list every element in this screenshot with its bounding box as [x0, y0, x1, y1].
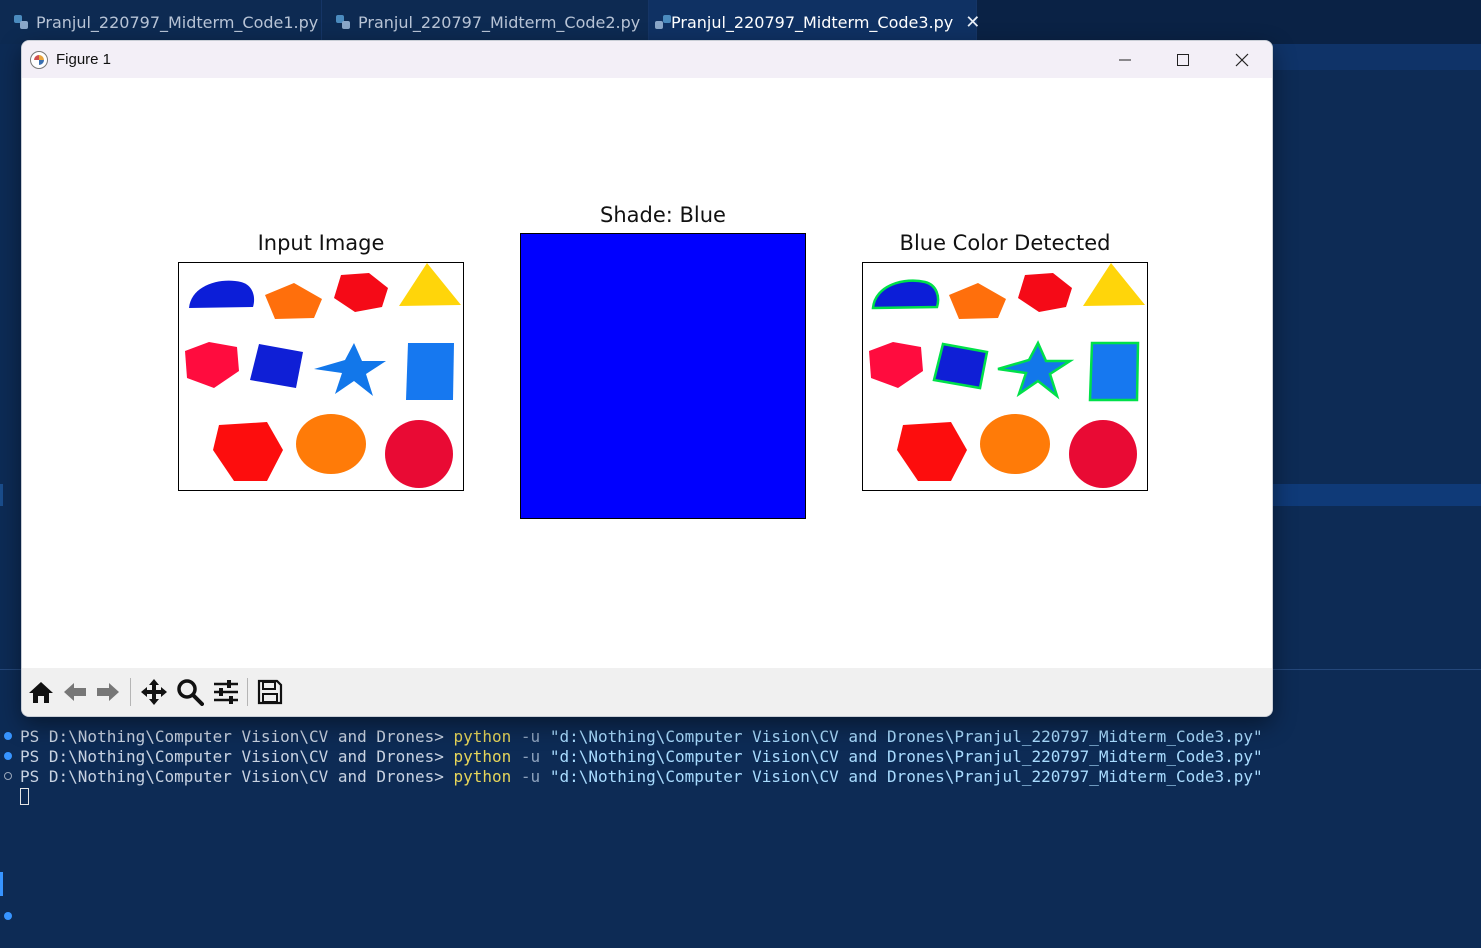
- command-success-dot[interactable]: [4, 752, 12, 760]
- terminal-line: PS D:\Nothing\Computer Vision\CV and Dro…: [20, 747, 1263, 766]
- subplot-title: Blue Color Detected: [899, 231, 1111, 255]
- matplotlib-logo-icon: [30, 50, 48, 69]
- command-success-dot[interactable]: [4, 912, 12, 920]
- python-file-icon: [336, 15, 350, 29]
- save-icon: [257, 679, 283, 705]
- figure-window[interactable]: Figure 1 Input Image Shade: Blue Blue Co…: [22, 41, 1272, 716]
- terminal-gutter-marker: [0, 872, 3, 896]
- detected-shapes-image: [869, 263, 1145, 488]
- minimize-button[interactable]: [1096, 41, 1154, 78]
- terminal-cursor: [20, 788, 29, 805]
- command-running-dot[interactable]: [4, 772, 12, 780]
- home-icon: [29, 682, 53, 703]
- pan-icon: [141, 679, 167, 705]
- back-arrow-icon: [64, 683, 86, 701]
- zoom-icon: [177, 679, 204, 706]
- tab-code1[interactable]: Pranjul_220797_Midterm_Code1.py: [0, 0, 322, 44]
- window-titlebar[interactable]: Figure 1: [22, 41, 1272, 78]
- input-image-axes[interactable]: [178, 262, 464, 491]
- editor-gutter-marker: [0, 484, 3, 506]
- maximize-button[interactable]: [1154, 41, 1212, 78]
- forward-arrow-icon: [97, 683, 119, 701]
- zoom-button[interactable]: [174, 676, 206, 708]
- forward-button[interactable]: [92, 676, 124, 708]
- tab-label: Pranjul_220797_Midterm_Code3.py: [671, 12, 954, 32]
- pan-button[interactable]: [138, 676, 170, 708]
- toolbar-separator: [130, 678, 131, 706]
- command-success-dot[interactable]: [4, 732, 12, 740]
- tab-close-icon[interactable]: ✕: [965, 12, 980, 33]
- configure-subplots-button[interactable]: [210, 676, 242, 708]
- editor-current-line-highlight: [1272, 484, 1481, 506]
- terminal-line: PS D:\Nothing\Computer Vision\CV and Dro…: [20, 727, 1263, 746]
- detection-result-axes[interactable]: [862, 262, 1148, 491]
- tab-label: Pranjul_220797_Midterm_Code2.py: [358, 12, 641, 32]
- configure-subplots-icon: [214, 680, 238, 704]
- minimize-icon: [1119, 59, 1131, 60]
- tab-label: Pranjul_220797_Midterm_Code1.py: [36, 12, 319, 32]
- editor-tab-bar: Pranjul_220797_Midterm_Code1.py Pranjul_…: [0, 0, 1481, 44]
- input-shapes-image: [185, 263, 461, 488]
- home-button[interactable]: [25, 676, 57, 708]
- tab-code2[interactable]: Pranjul_220797_Midterm_Code2.py: [322, 0, 649, 44]
- navigation-toolbar: [22, 668, 1272, 716]
- subplot-title: Input Image: [257, 231, 385, 255]
- save-button[interactable]: [254, 676, 286, 708]
- window-title: Figure 1: [56, 51, 112, 68]
- toolbar-separator: [247, 678, 248, 706]
- editor-breadcrumb-strip: [1272, 44, 1481, 70]
- shade-swatch-axes[interactable]: [520, 233, 806, 519]
- subplot-title: Shade: Blue: [600, 203, 726, 227]
- python-file-icon: [14, 15, 28, 29]
- back-button[interactable]: [59, 676, 91, 708]
- close-icon: [1235, 53, 1249, 66]
- close-button[interactable]: [1213, 41, 1271, 78]
- maximize-icon: [1177, 53, 1189, 66]
- tab-code3[interactable]: Pranjul_220797_Midterm_Code3.py ✕: [649, 0, 980, 44]
- terminal-line: PS D:\Nothing\Computer Vision\CV and Dro…: [20, 767, 1263, 786]
